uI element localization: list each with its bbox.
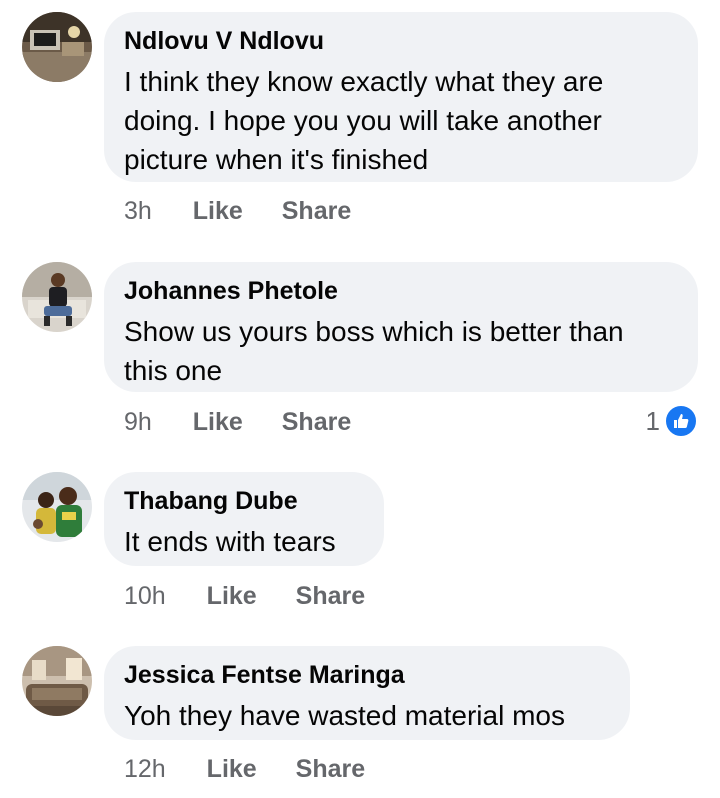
comment-item: Jessica Fentse Maringa Yoh they have was… (0, 0, 720, 798)
like-button[interactable]: Like (207, 754, 257, 784)
avatar-photo-decor-icon (22, 646, 92, 716)
comment-actions: 12h Like Share (124, 754, 397, 784)
commenter-avatar[interactable] (22, 646, 92, 716)
share-button[interactable]: Share (296, 754, 365, 784)
comment-author[interactable]: Jessica Fentse Maringa (124, 660, 609, 690)
comment-bubble: Jessica Fentse Maringa Yoh they have was… (104, 646, 630, 740)
comment-timestamp[interactable]: 12h (124, 754, 166, 784)
comment-text: Yoh they have wasted material mos (124, 700, 565, 731)
